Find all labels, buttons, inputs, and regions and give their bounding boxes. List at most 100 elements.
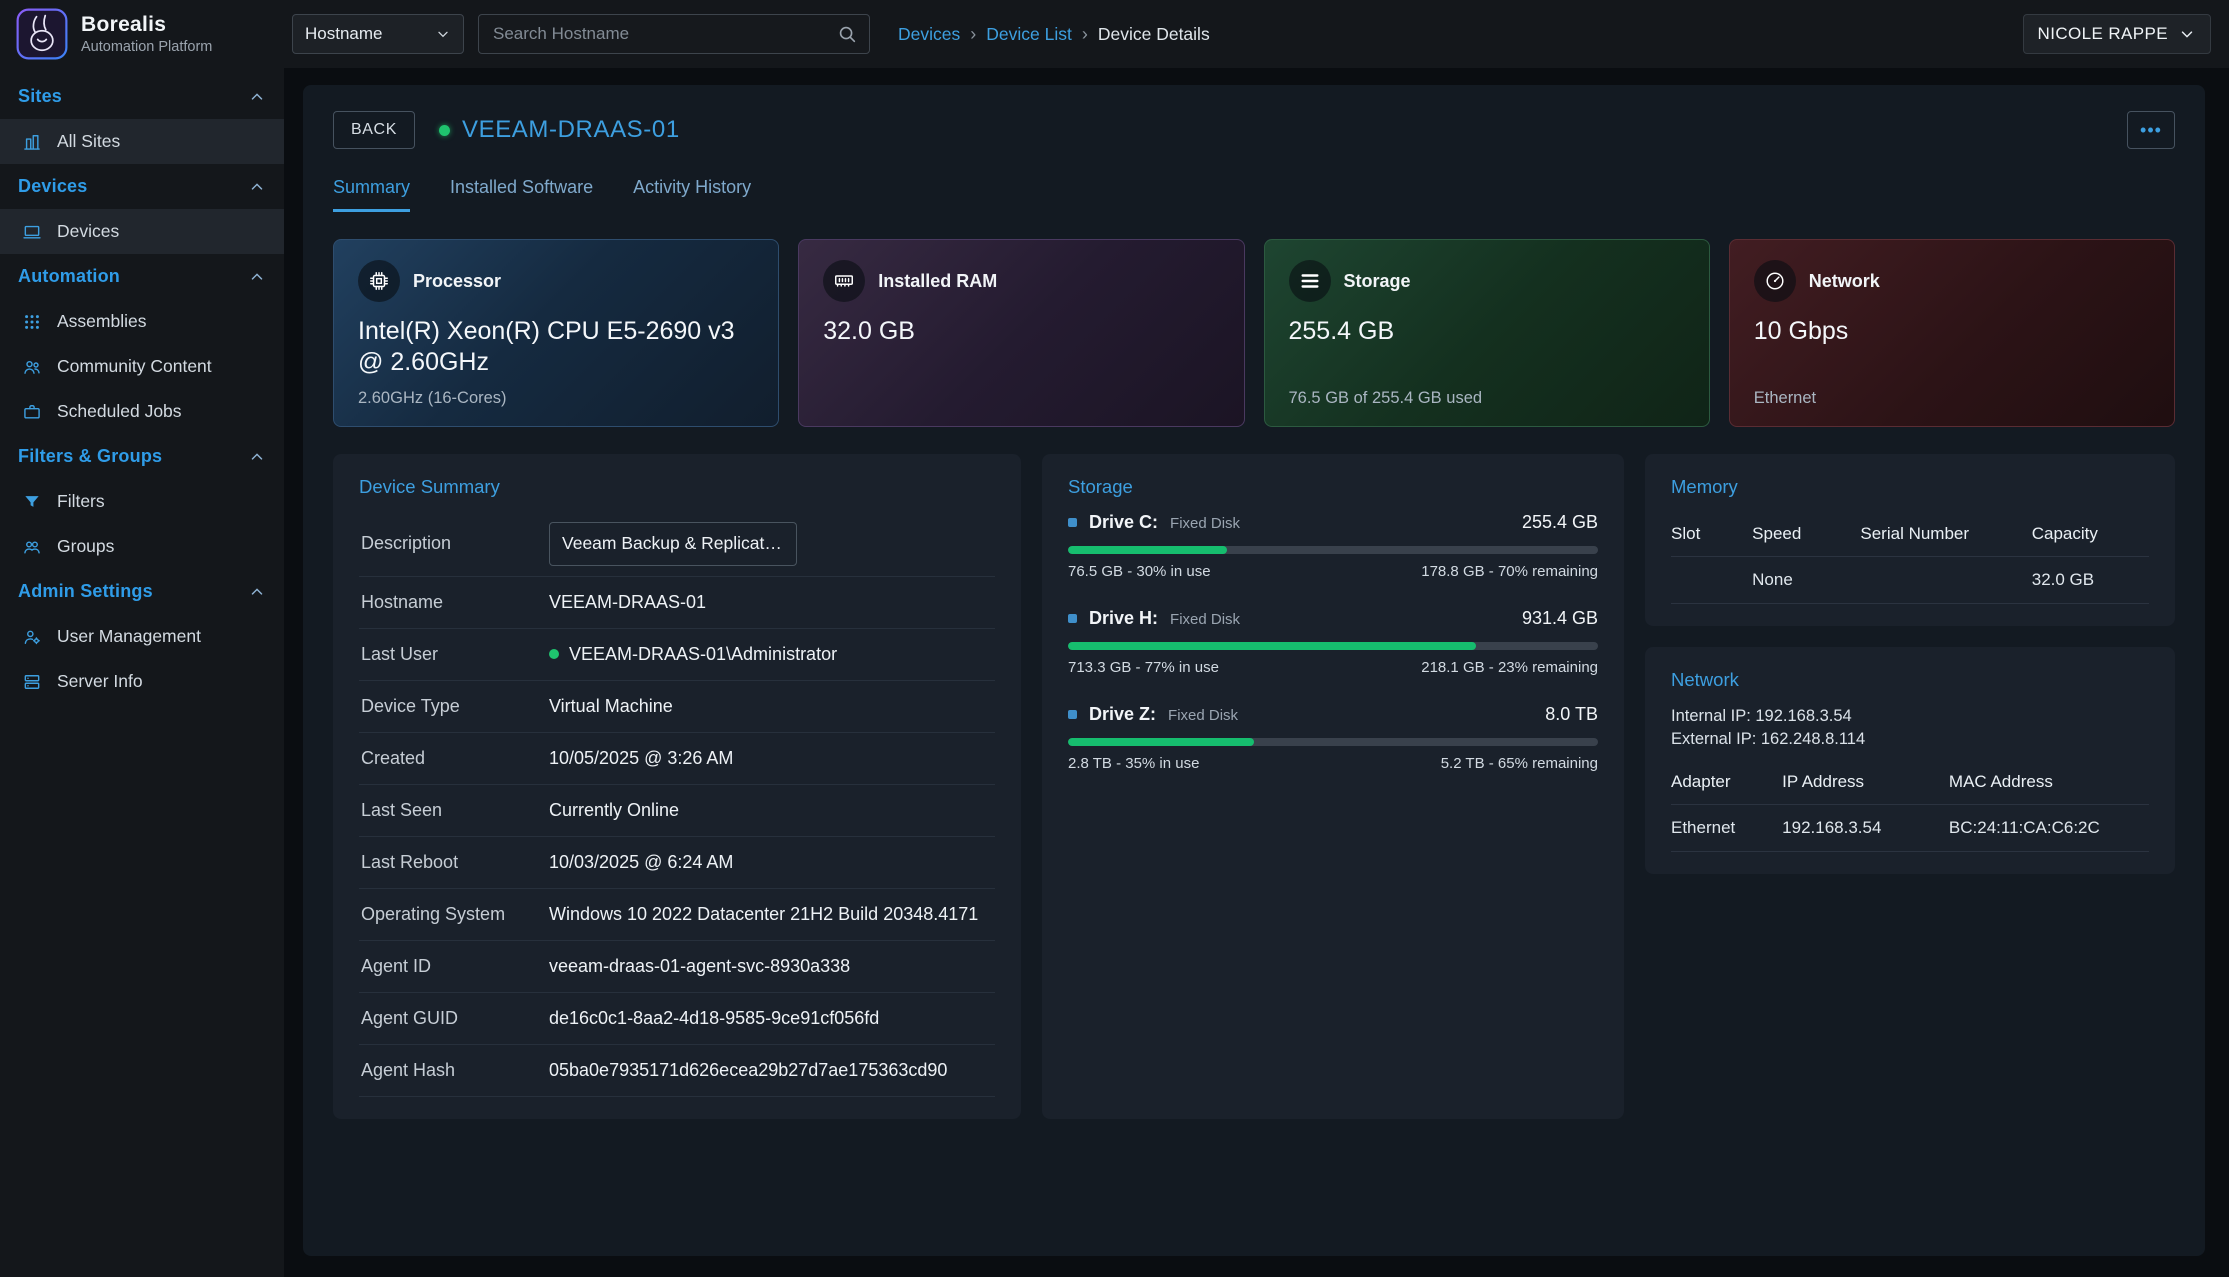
app-title-block: Borealis Automation Platform	[81, 13, 212, 55]
sidebar-item-groups[interactable]: Groups	[0, 524, 284, 569]
network-table: Adapter IP Address MAC Address Ethernet …	[1671, 760, 2149, 852]
sidebar-item-all-sites[interactable]: All Sites	[0, 119, 284, 164]
right-column: Memory Slot Speed Serial Number Capacity…	[1645, 454, 2175, 1119]
summary-row-device-type: Device Type Virtual Machine	[359, 681, 995, 733]
breadcrumb-current: Device Details	[1098, 24, 1210, 45]
summary-row-agent-id: Agent ID veeam-draas-01-agent-svc-8930a3…	[359, 941, 995, 993]
internal-ip: Internal IP: 192.168.3.54	[1671, 705, 2149, 729]
drive-bullet-icon	[1068, 710, 1077, 719]
chevron-up-icon	[248, 178, 266, 196]
summary-row-agent-guid: Agent GUID de16c0c1-8aa2-4d18-9585-9ce91…	[359, 993, 995, 1045]
cpu-icon	[358, 260, 400, 302]
groups-icon	[22, 537, 42, 557]
card-value: 255.4 GB	[1289, 316, 1685, 347]
app-subtitle: Automation Platform	[81, 39, 212, 55]
hostname-select-value: Hostname	[305, 24, 382, 44]
drive-row-h: Drive H: Fixed Disk 931.4 GB 713.3 GB - …	[1068, 608, 1598, 676]
sidebar-section-automation[interactable]: Automation	[0, 254, 284, 299]
app-name: Borealis	[81, 13, 212, 37]
card-title: Processor	[413, 271, 501, 292]
gauge-icon	[1754, 260, 1796, 302]
chevron-down-icon	[435, 26, 451, 42]
search-input[interactable]	[478, 14, 870, 54]
borealis-logo-icon	[16, 8, 68, 60]
drive-usage-bar	[1068, 738, 1598, 746]
description-input[interactable]	[549, 522, 797, 566]
drive-usage-bar	[1068, 546, 1598, 554]
summary-row-last-user: Last User VEEAM-DRAAS-01\Administrator	[359, 629, 995, 681]
server-icon	[22, 672, 42, 692]
drive-bullet-icon	[1068, 518, 1077, 527]
section-label: Automation	[18, 266, 120, 287]
app-window: Borealis Automation Platform Hostname De…	[0, 0, 2229, 1277]
drive-bullet-icon	[1068, 614, 1077, 623]
tab-activity-history[interactable]: Activity History	[633, 177, 751, 212]
panel-title: Storage	[1068, 476, 1598, 498]
sidebar-section-devices[interactable]: Devices	[0, 164, 284, 209]
storage-stack-icon	[1289, 260, 1331, 302]
sidebar-section-admin-settings[interactable]: Admin Settings	[0, 569, 284, 614]
buildings-icon	[22, 132, 42, 152]
sidebar-item-community-content[interactable]: Community Content	[0, 344, 284, 389]
panel-title: Network	[1671, 669, 2149, 691]
detail-panels-row: Device Summary Description Hostname VEEA…	[333, 454, 2175, 1119]
summary-row-created: Created 10/05/2025 @ 3:26 AM	[359, 733, 995, 785]
summary-row-last-seen: Last Seen Currently Online	[359, 785, 995, 837]
card-subtitle	[823, 381, 1219, 408]
search-icon	[836, 23, 858, 45]
more-options-button[interactable]: •••	[2127, 111, 2175, 149]
device-summary-panel: Device Summary Description Hostname VEEA…	[333, 454, 1021, 1119]
breadcrumb-separator: ›	[970, 24, 976, 45]
stat-cards-row: Processor Intel(R) Xeon(R) CPU E5-2690 v…	[333, 239, 2175, 427]
drive-used-label: 76.5 GB - 30% in use	[1068, 563, 1211, 580]
laptop-icon	[22, 222, 42, 242]
breadcrumb-device-list[interactable]: Device List	[986, 24, 1072, 45]
briefcase-icon	[22, 402, 42, 422]
online-status-dot	[549, 649, 559, 659]
sidebar-section-filters-groups[interactable]: Filters & Groups	[0, 434, 284, 479]
chevron-up-icon	[248, 448, 266, 466]
network-card: Network 10 Gbps Ethernet	[1729, 239, 2175, 427]
sidebar-section-sites[interactable]: Sites	[0, 74, 284, 119]
tab-summary[interactable]: Summary	[333, 177, 410, 212]
breadcrumb-devices[interactable]: Devices	[898, 24, 960, 45]
hostname-filter-select[interactable]: Hostname	[292, 14, 464, 54]
sidebar-item-label: Community Content	[57, 356, 212, 377]
search-box	[478, 14, 870, 54]
back-button[interactable]: BACK	[333, 111, 415, 149]
summary-row-operating-system: Operating System Windows 10 2022 Datacen…	[359, 889, 995, 941]
chevron-down-icon	[2178, 25, 2196, 43]
card-title: Network	[1809, 271, 1880, 292]
card-title: Installed RAM	[878, 271, 997, 292]
storage-panel: Storage Drive C: Fixed Disk 255.4 GB	[1042, 454, 1624, 1119]
sidebar-item-label: Server Info	[57, 671, 143, 692]
grid-icon	[22, 312, 42, 332]
chevron-up-icon	[248, 268, 266, 286]
top-header: Hostname Devices › Device List › Device …	[284, 0, 2229, 68]
ip-addresses: Internal IP: 192.168.3.54 External IP: 1…	[1671, 705, 2149, 753]
sidebar-item-devices[interactable]: Devices	[0, 209, 284, 254]
sidebar-item-user-management[interactable]: User Management	[0, 614, 284, 659]
sidebar-item-server-info[interactable]: Server Info	[0, 659, 284, 704]
storage-card: Storage 255.4 GB 76.5 GB of 255.4 GB use…	[1264, 239, 1710, 427]
sidebar-item-label: Assemblies	[57, 311, 146, 332]
breadcrumb-separator: ›	[1082, 24, 1088, 45]
sidebar-item-scheduled-jobs[interactable]: Scheduled Jobs	[0, 389, 284, 434]
user-name: NICOLE RAPPE	[2038, 24, 2168, 44]
tab-installed-software[interactable]: Installed Software	[450, 177, 593, 212]
device-title-row: BACK VEEAM-DRAAS-01 •••	[333, 111, 2175, 149]
user-menu-button[interactable]: NICOLE RAPPE	[2023, 14, 2211, 54]
card-value: 10 Gbps	[1754, 316, 2150, 347]
sidebar-item-assemblies[interactable]: Assemblies	[0, 299, 284, 344]
panel-title: Memory	[1671, 476, 2149, 498]
external-ip: External IP: 162.248.8.114	[1671, 728, 2149, 752]
summary-row-agent-hash: Agent Hash 05ba0e7935171d626ecea29b27d7a…	[359, 1045, 995, 1097]
sidebar-item-filters[interactable]: Filters	[0, 479, 284, 524]
ram-icon	[823, 260, 865, 302]
card-subtitle: Ethernet	[1754, 379, 2150, 408]
drive-usage-bar	[1068, 642, 1598, 650]
installed-ram-card: Installed RAM 32.0 GB	[798, 239, 1244, 427]
network-panel: Network Internal IP: 192.168.3.54 Extern…	[1645, 647, 2175, 875]
device-tabs: Summary Installed Software Activity Hist…	[333, 177, 2175, 212]
card-title: Storage	[1344, 271, 1411, 292]
